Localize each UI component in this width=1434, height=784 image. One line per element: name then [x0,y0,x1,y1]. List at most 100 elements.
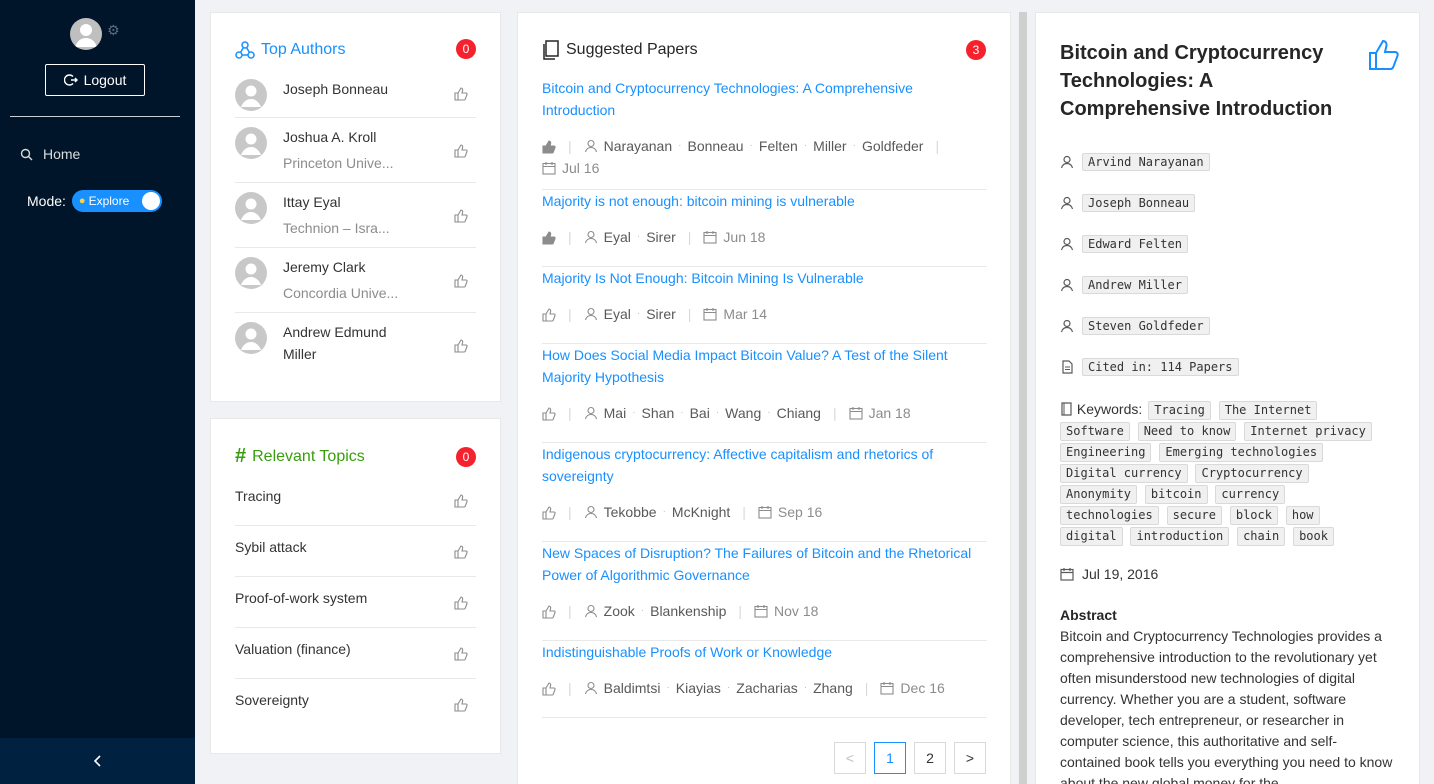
thumbs-up-icon[interactable] [542,605,556,619]
paper-author[interactable]: McKnight [672,501,730,523]
paper-author[interactable]: Wang [725,402,761,424]
paper-author[interactable]: Zhang [813,677,853,699]
thumbs-up-icon[interactable] [454,698,468,712]
paper-title-link[interactable]: New Spaces of Disruption? The Failures o… [542,542,987,586]
author-row[interactable]: Joshua A. Kroll Princeton Unive... [235,118,476,183]
user-avatar[interactable] [70,18,102,50]
thumbs-up-icon[interactable] [454,274,468,288]
topic-row[interactable]: Valuation (finance) [235,628,476,679]
detail-author-name[interactable]: Arvind Narayanan [1082,153,1210,171]
paper-like-button[interactable] [542,501,556,523]
paper-author[interactable]: Miller [813,135,846,157]
thumbs-up-icon[interactable] [454,647,468,661]
paper-like-button[interactable] [542,135,556,157]
paper-author[interactable]: Bai [690,402,710,424]
author-name[interactable]: Joshua A. Kroll [283,126,376,148]
paper-title-link[interactable]: Majority is not enough: bitcoin mining i… [542,190,987,212]
paper-author[interactable]: Baldimtsi [604,677,661,699]
sidebar-item-home[interactable]: Home [20,146,80,162]
detail-author-name[interactable]: Steven Goldfeder [1082,317,1210,335]
paper-author[interactable]: Sirer [646,303,676,325]
paper-title-link[interactable]: Majority Is Not Enough: Bitcoin Mining I… [542,267,987,289]
keyword-tag[interactable]: Engineering [1060,443,1152,462]
topic-row[interactable]: Sybil attack [235,526,476,577]
keyword-tag[interactable]: Emerging technologies [1159,443,1324,462]
keyword-tag[interactable]: chain [1237,527,1286,546]
paper-author[interactable]: Felten [759,135,798,157]
paper-like-button[interactable] [542,677,556,699]
keyword-tag[interactable]: Digital currency [1060,464,1188,483]
thumbs-up-icon[interactable] [1368,39,1400,71]
paper-author[interactable]: Blankenship [650,600,726,622]
author-row[interactable]: Andrew Edmund Miller [235,313,476,373]
topic-label[interactable]: Sovereignty [235,692,309,708]
author-row[interactable]: Ittay Eyal Technion – Isra... [235,183,476,248]
thumbs-up-icon[interactable] [542,407,556,421]
keyword-tag[interactable]: introduction [1130,527,1230,546]
pagination-page-2[interactable]: 2 [914,742,946,774]
detail-author-name[interactable]: Andrew Miller [1082,276,1188,294]
thumbs-up-icon[interactable] [454,494,468,508]
keyword-tag[interactable]: secure [1166,506,1222,525]
paper-author[interactable]: Goldfeder [862,135,923,157]
keyword-tag[interactable]: Cryptocurrency [1195,464,1309,483]
author-name[interactable]: Andrew Edmund Miller [283,321,423,365]
keyword-tag[interactable]: bitcoin [1144,485,1208,504]
paper-author[interactable]: Kiayias [676,677,721,699]
paper-author[interactable]: Narayanan [604,135,673,157]
paper-like-button[interactable] [542,226,556,248]
keyword-tag[interactable]: technologies [1060,506,1159,525]
topic-label[interactable]: Valuation (finance) [235,641,351,657]
thumbs-up-icon[interactable] [454,545,468,559]
paper-title-link[interactable]: Bitcoin and Cryptocurrency Technologies:… [542,77,987,121]
thumbs-up-icon[interactable] [454,339,468,353]
gear-icon[interactable]: ⚙ [107,22,120,39]
paper-author[interactable]: Sirer [646,226,676,248]
pagination-next-button[interactable]: > [954,742,986,774]
thumbs-up-icon[interactable] [542,506,556,520]
keyword-tag[interactable]: book [1293,527,1334,546]
paper-author[interactable]: Zook [604,600,635,622]
keyword-tag[interactable]: digital [1060,527,1123,546]
keyword-tag[interactable]: how [1285,506,1320,525]
paper-author[interactable]: Bonneau [687,135,743,157]
topic-row[interactable]: Proof-of-work system [235,577,476,628]
paper-author[interactable]: Eyal [604,303,631,325]
paper-author[interactable]: Mai [604,402,627,424]
thumbs-up-icon[interactable] [542,231,556,245]
keyword-tag[interactable]: Anonymity [1060,485,1138,504]
keyword-tag[interactable]: The Internet [1218,401,1318,420]
author-row[interactable]: Joseph Bonneau [235,79,476,118]
keyword-tag[interactable]: block [1229,506,1278,525]
keyword-tag[interactable]: currency [1215,485,1286,504]
author-name[interactable]: Joseph Bonneau [283,78,388,100]
paper-title-link[interactable]: How Does Social Media Impact Bitcoin Val… [542,344,987,388]
paper-author[interactable]: Zacharias [736,677,797,699]
topic-label[interactable]: Tracing [235,488,281,504]
paper-like-button[interactable] [542,600,556,622]
thumbs-up-icon[interactable] [454,596,468,610]
paper-like-button[interactable] [542,402,556,424]
paper-author[interactable]: Eyal [604,226,631,248]
author-row[interactable]: Jeremy Clark Concordia Unive... [235,248,476,313]
pagination-page-1[interactable]: 1 [874,742,906,774]
thumbs-up-icon[interactable] [542,140,556,154]
author-name[interactable]: Ittay Eyal [283,191,341,213]
paper-title-link[interactable]: Indigenous cryptocurrency: Affective cap… [542,443,987,487]
thumbs-up-icon[interactable] [542,682,556,696]
paper-author[interactable]: Chiang [777,402,821,424]
logout-button[interactable]: Logout [45,64,145,96]
thumbs-up-icon[interactable] [454,209,468,223]
keyword-tag[interactable]: Internet privacy [1244,422,1372,441]
topic-row[interactable]: Tracing [235,475,476,526]
author-name[interactable]: Jeremy Clark [283,256,365,278]
topic-row[interactable]: Sovereignty [235,679,476,730]
paper-author[interactable]: Shan [642,402,675,424]
detail-author-name[interactable]: Edward Felten [1082,235,1188,253]
keyword-tag[interactable]: Need to know [1137,422,1237,441]
pagination-prev-button[interactable]: < [834,742,866,774]
topic-label[interactable]: Proof-of-work system [235,590,367,606]
thumbs-up-icon[interactable] [454,87,468,101]
topic-label[interactable]: Sybil attack [235,539,307,555]
thumbs-up-icon[interactable] [454,144,468,158]
